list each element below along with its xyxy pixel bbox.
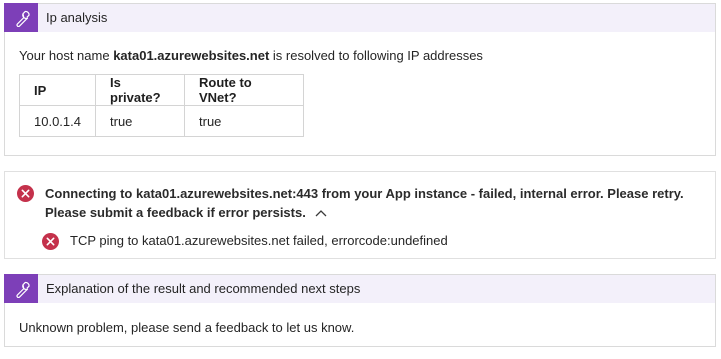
host-resolution-text: Your host name kata01.azurewebsites.net … bbox=[19, 48, 483, 63]
wrench-icon bbox=[4, 3, 38, 32]
explanation-header: Explanation of the result and recommende… bbox=[4, 274, 715, 303]
tcp-ping-error: TCP ping to kata01.azurewebsites.net fai… bbox=[70, 233, 448, 248]
cell-private: true bbox=[95, 105, 185, 137]
column-header-ip: IP bbox=[19, 74, 96, 106]
table-header-row: IP Is private? Route to VNet? bbox=[19, 74, 304, 106]
host-suffix: is resolved to following IP addresses bbox=[269, 48, 483, 63]
table-row: 10.0.1.4 true true bbox=[19, 105, 304, 137]
explanation-card: Explanation of the result and recommende… bbox=[4, 274, 716, 347]
cell-ip: 10.0.1.4 bbox=[19, 105, 96, 137]
ip-analysis-card: Ip analysis Your host name kata01.azurew… bbox=[4, 3, 716, 156]
column-header-private: Is private? bbox=[95, 74, 185, 106]
column-header-route: Route to VNet? bbox=[184, 74, 304, 106]
host-name: kata01.azurewebsites.net bbox=[113, 48, 270, 63]
chevron-up-icon[interactable] bbox=[314, 204, 328, 223]
ip-table: IP Is private? Route to VNet? 10.0.1.4 t… bbox=[19, 74, 304, 137]
error-message: Connecting to kata01.azurewebsites.net:4… bbox=[45, 184, 705, 223]
cell-route: true bbox=[184, 105, 304, 137]
connection-error-card: Connecting to kata01.azurewebsites.net:4… bbox=[4, 171, 716, 259]
error-circle-icon bbox=[42, 233, 59, 250]
ip-analysis-title: Ip analysis bbox=[46, 10, 108, 25]
explanation-text: Unknown problem, please send a feedback … bbox=[19, 320, 355, 335]
wrench-icon bbox=[4, 274, 38, 303]
ip-analysis-header: Ip analysis bbox=[4, 3, 715, 32]
error-message-text: Connecting to kata01.azurewebsites.net:4… bbox=[45, 186, 684, 220]
explanation-title: Explanation of the result and recommende… bbox=[46, 281, 361, 296]
error-circle-icon bbox=[17, 185, 34, 202]
host-prefix: Your host name bbox=[19, 48, 114, 63]
